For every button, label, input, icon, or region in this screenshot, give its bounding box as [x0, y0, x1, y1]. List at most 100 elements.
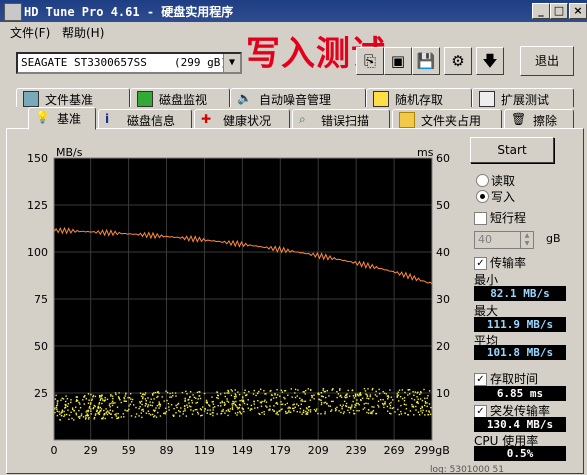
access-time-point: [347, 409, 349, 411]
access-time-point: [377, 400, 380, 402]
short-stroke-checkbox[interactable]: [474, 212, 487, 225]
tab-benchmark[interactable]: 💡 基准: [28, 107, 96, 130]
access-time-point: [340, 396, 343, 398]
access-time-point: [303, 409, 305, 412]
access-time-point: [163, 400, 165, 402]
access-time-point: [343, 400, 346, 403]
access-time-point: [261, 411, 263, 414]
access-time-point: [368, 409, 370, 411]
access-time-point: [272, 397, 275, 399]
access-time-point: [209, 413, 211, 415]
access-time-point: [409, 389, 411, 391]
access-time-point: [284, 403, 286, 406]
access-time-point: [202, 406, 204, 408]
access-time-point: [428, 403, 431, 405]
access-time-point: [243, 402, 246, 405]
access-time-point: [352, 395, 355, 397]
x-tick-label: 179: [270, 444, 291, 457]
access-time-point: [179, 411, 181, 413]
access-time-point: [165, 390, 167, 392]
access-time-point: [227, 390, 230, 393]
access-time-point: [128, 405, 130, 407]
access-time-point: [260, 388, 262, 390]
access-time-point: [102, 416, 104, 419]
access-time-point: [83, 403, 85, 405]
access-time-point: [118, 397, 120, 400]
access-time-point: [130, 393, 132, 395]
access-time-point: [404, 391, 406, 394]
access-time-point: [308, 409, 310, 411]
transfer-rate-checkbox[interactable]: ✓: [474, 257, 487, 270]
access-time-point: [156, 405, 159, 407]
read-label: 读取: [491, 174, 516, 188]
write-radio[interactable]: [476, 190, 489, 203]
access-time-point: [224, 392, 226, 394]
access-time-point: [109, 402, 111, 405]
access-time-point: [91, 399, 93, 402]
access-time-point: [117, 412, 119, 415]
access-time-point: [187, 399, 189, 401]
access-time-point: [392, 399, 394, 401]
access-time-point: [234, 412, 237, 414]
access-time-point: [176, 406, 178, 409]
access-time-point: [114, 402, 116, 404]
access-time-point: [285, 410, 287, 413]
y-tick-left: 75: [34, 293, 48, 306]
access-time-point: [296, 403, 298, 405]
access-time-point: [405, 404, 407, 406]
access-time-point: [151, 404, 153, 407]
access-time-point: [417, 411, 420, 413]
access-time-point: [167, 402, 170, 405]
access-time-point: [217, 394, 219, 397]
access-time-point: [233, 395, 236, 398]
access-time-point: [382, 390, 384, 393]
spin-down-icon[interactable]: ▼: [520, 240, 533, 248]
access-time-point: [82, 416, 85, 418]
access-time-point: [330, 410, 332, 412]
access-time-point: [139, 406, 141, 408]
access-time-point: [176, 403, 179, 406]
access-time-point: [225, 410, 227, 412]
access-time-point: [359, 392, 362, 394]
access-time-point: [92, 394, 95, 397]
x-tick-label: 239: [346, 444, 367, 457]
access-time-point: [398, 400, 400, 402]
access-time-point: [139, 392, 142, 394]
access-time-point: [168, 406, 170, 408]
access-time-point: [170, 404, 173, 406]
access-time-checkbox[interactable]: ✓: [474, 373, 487, 386]
access-time-point: [220, 412, 223, 415]
start-button[interactable]: Start: [470, 137, 554, 163]
access-time-point: [65, 400, 67, 403]
access-time-point: [155, 407, 157, 409]
access-time-point: [91, 398, 93, 400]
access-time-point: [263, 413, 265, 415]
min-value: 82.1 MB/s: [474, 286, 566, 301]
access-time-point: [60, 414, 63, 417]
access-time-point: [426, 397, 428, 399]
spin-up-icon[interactable]: ▲: [520, 232, 533, 240]
read-radio[interactable]: [476, 174, 489, 187]
access-time-point: [112, 402, 115, 404]
access-time-point: [95, 413, 97, 415]
short-stroke-unit: gB: [546, 232, 561, 245]
access-time-point: [181, 391, 184, 394]
access-time-point: [147, 404, 150, 406]
access-time-point: [349, 406, 352, 409]
access-time-point: [425, 410, 428, 412]
access-time-point: [153, 416, 155, 418]
access-time-point: [108, 412, 110, 414]
access-time-point: [103, 414, 105, 416]
access-time-point: [205, 399, 208, 402]
access-time-point: [427, 414, 429, 416]
access-time-point: [397, 391, 400, 393]
short-stroke-spinner[interactable]: 40 ▲ ▼: [474, 231, 534, 249]
access-time-point: [161, 396, 163, 398]
access-time-point: [142, 396, 144, 398]
access-time-point: [311, 394, 313, 397]
access-time-point: [211, 396, 213, 398]
access-time-point: [347, 389, 349, 392]
access-time-point: [294, 396, 297, 399]
access-time-point: [277, 413, 279, 416]
access-time-point: [322, 389, 324, 391]
